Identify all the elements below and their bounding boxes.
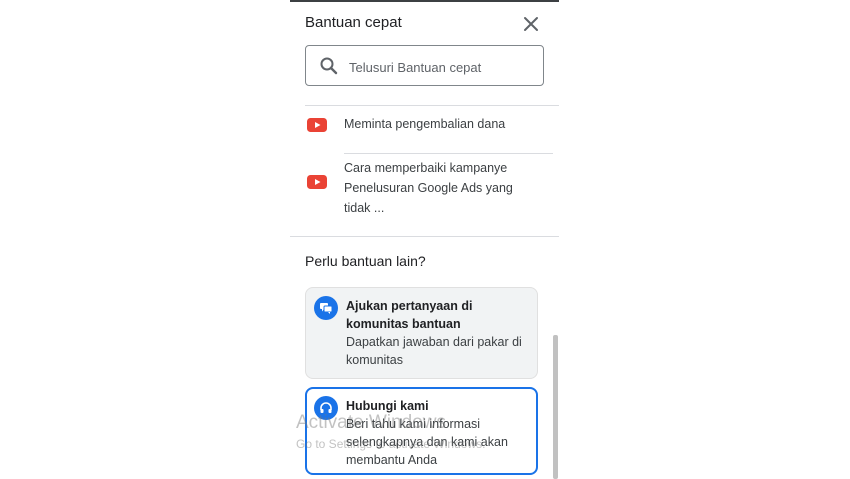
- youtube-icon: [307, 175, 327, 189]
- section-heading: Perlu bantuan lain?: [305, 253, 426, 269]
- card-description-line: komunitas: [346, 353, 403, 367]
- contact-us-card[interactable]: Hubungi kami Beri tahu kami informasi se…: [305, 387, 538, 475]
- card-description: Dapatkan jawaban dari pakar di komunitas: [346, 333, 534, 369]
- youtube-icon: [307, 118, 327, 132]
- quick-help-panel: Bantuan cepat Meminta pengembalian dana …: [290, 0, 559, 479]
- article-title-line: Cara memperbaiki kampanye: [344, 161, 508, 175]
- close-icon: [524, 17, 538, 31]
- panel-top-border: [290, 0, 559, 2]
- card-description-line: membantu Anda: [346, 453, 438, 467]
- article-title[interactable]: Meminta pengembalian dana: [344, 114, 505, 134]
- search-box[interactable]: [305, 45, 544, 86]
- card-description: Beri tahu kami informasi selengkapnya da…: [346, 415, 534, 469]
- article-title[interactable]: Cara memperbaiki kampanye Penelusuran Go…: [344, 158, 513, 218]
- headset-icon: [314, 396, 338, 420]
- card-title: Ajukan pertanyaan di komunitas bantuan: [346, 297, 531, 333]
- card-title-line: Ajukan pertanyaan di: [346, 299, 473, 313]
- search-input[interactable]: [347, 55, 536, 79]
- close-button[interactable]: [520, 13, 542, 35]
- community-card[interactable]: Ajukan pertanyaan di komunitas bantuan D…: [305, 287, 538, 379]
- card-title-line: komunitas bantuan: [346, 317, 461, 331]
- card-description-line: selengkapnya dan kami akan: [346, 435, 508, 449]
- divider: [344, 153, 553, 154]
- divider: [290, 236, 559, 237]
- article-title-line: Penelusuran Google Ads yang: [344, 181, 513, 195]
- search-icon: [320, 57, 338, 75]
- article-title-line: tidak ...: [344, 201, 385, 215]
- card-description-line: Dapatkan jawaban dari pakar di: [346, 335, 522, 349]
- card-description-line: Beri tahu kami informasi: [346, 417, 481, 431]
- forum-icon: [314, 296, 338, 320]
- card-title: Hubungi kami: [346, 399, 429, 413]
- panel-title: Bantuan cepat: [305, 14, 402, 31]
- scrollbar-thumb[interactable]: [553, 335, 558, 479]
- divider: [305, 105, 559, 106]
